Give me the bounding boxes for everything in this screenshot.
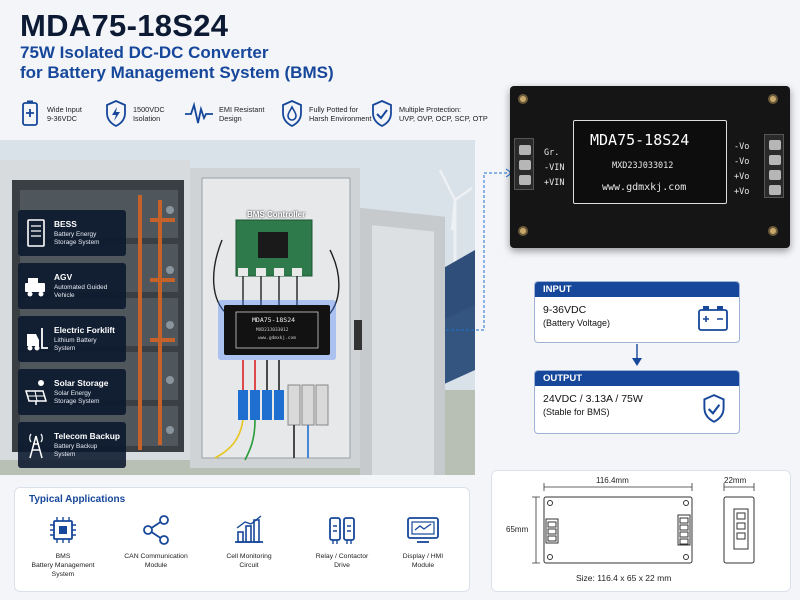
solar-panel-icon [24, 380, 48, 405]
battery-plus-icon [22, 100, 38, 126]
pin-label-plus-vo: +Vo [734, 172, 750, 182]
app-overlay-agv: AGV Automated Guided Vehicle [18, 263, 126, 309]
module-photo-url: www.gdmxkj.com [258, 336, 296, 341]
application-bms: BMS Battery Management System [23, 514, 103, 579]
input-terminal [514, 138, 534, 190]
feature-protection: Multiple Protection: UVP, OVP, OCP, SCP, … [370, 96, 488, 132]
input-spec-card: INPUT 9-36VDC (Battery Voltage) [534, 281, 740, 343]
pin-label-minus-vo: -Vo [734, 142, 750, 152]
feature-strip: Wide Input 9-36VDC 1500VDC Isolation EMI R… [18, 96, 498, 132]
typical-applications-panel: Typical Applications BMS Battery Manageme… [14, 487, 470, 592]
relay-icon [329, 517, 355, 544]
flow-arrow [632, 344, 642, 366]
nameplate-model: MDA75-18S24 [590, 131, 690, 149]
shield-drop-icon [282, 100, 302, 128]
forklift-icon [27, 328, 48, 351]
application-can: CAN Communication Module [116, 514, 196, 570]
app-overlay-solar: Solar Storage Solar Energy Storage System [18, 369, 126, 415]
telecom-tower-icon [29, 433, 43, 459]
pin-label-minus-vo: -Vo [734, 157, 750, 167]
battery-cabinet-icon [27, 219, 45, 247]
feature-isolation: 1500VDC Isolation [104, 96, 165, 132]
pin-label-plus-vo: +Vo [734, 187, 750, 197]
input-value: 9-36VDC [543, 304, 587, 316]
display-icon [407, 517, 439, 543]
bms-controller-label: BMS Controller [247, 210, 306, 219]
height-dimension-label: 65mm [506, 525, 529, 534]
mount-screw [518, 226, 528, 236]
applications-title: Typical Applications [29, 494, 126, 505]
bar-chart-icon [235, 515, 263, 543]
mount-screw [768, 94, 778, 104]
output-spec-card: OUTPUT 24VDC / 3.13A / 75W (Stable for B… [534, 370, 740, 434]
product-nameplate: MDA75-18S24 MXD23J033012 www.gdmxkj.com [573, 120, 727, 204]
network-share-icon [143, 515, 169, 545]
pin-label-minus-vin: -VIN [544, 163, 565, 173]
nameplate-code: MXD23J033012 [612, 161, 674, 171]
battery-icon [698, 306, 728, 331]
mount-screw [518, 94, 528, 104]
chip-icon [50, 517, 76, 543]
output-terminal [764, 134, 784, 198]
output-note: (Stable for BMS) [543, 407, 610, 417]
pin-label-gr: Gr. [544, 148, 560, 158]
module-photo-code: MXD23J033012 [256, 328, 289, 333]
feature-wide-input: Wide Input 9-36VDC [18, 96, 82, 132]
shield-lightning-icon [106, 100, 126, 128]
shield-check-icon [703, 394, 725, 423]
output-value: 24VDC / 3.13A / 75W [543, 393, 643, 405]
input-note: (Battery Voltage) [543, 318, 611, 328]
width-dimension-label: 116.4mm [596, 476, 629, 485]
application-display: Display / HMI Module [383, 514, 463, 570]
pin-label-plus-vin: +VIN [544, 178, 565, 188]
module-photo-label: MDA75-18S24 [252, 316, 296, 324]
callout-connector [446, 168, 513, 331]
app-overlay-forklift: Electric Forklift Lithium Battery System [18, 316, 126, 362]
app-overlay-bess: BESS Battery Energy Storage System [18, 210, 126, 256]
product-module-image: Gr. -VIN +VIN -Vo -Vo +Vo +Vo MDA75-18S2… [510, 86, 790, 248]
product-title: MDA75-18S24 [20, 8, 229, 43]
mount-screw [768, 226, 778, 236]
feature-emi: EMI Resistant Design [184, 96, 264, 132]
agv-icon [25, 278, 45, 297]
nameplate-url: www.gdmxkj.com [602, 182, 687, 193]
size-caption: Size: 116.4 x 65 x 22 mm [576, 573, 672, 583]
app-overlay-telecom: Telecom Backup Battery Backup System [18, 422, 126, 468]
feature-potted: Fully Potted for Harsh Environment [280, 96, 371, 132]
product-subtitle: 75W Isolated DC-DC Converter for Battery… [20, 43, 334, 82]
input-header: INPUT [535, 282, 739, 297]
dimensions-panel: 116.4mm 65mm 22mm Size: 116.4 x 65 x 22 … [491, 470, 791, 592]
shield-check-icon [372, 100, 392, 128]
depth-dimension-label: 22mm [724, 476, 747, 485]
output-header: OUTPUT [535, 371, 739, 386]
waveform-icon [185, 101, 213, 124]
application-cell-monitoring: Cell Monitoring Circuit [209, 514, 289, 570]
application-relay: Relay / Contactor Drive [302, 514, 382, 570]
